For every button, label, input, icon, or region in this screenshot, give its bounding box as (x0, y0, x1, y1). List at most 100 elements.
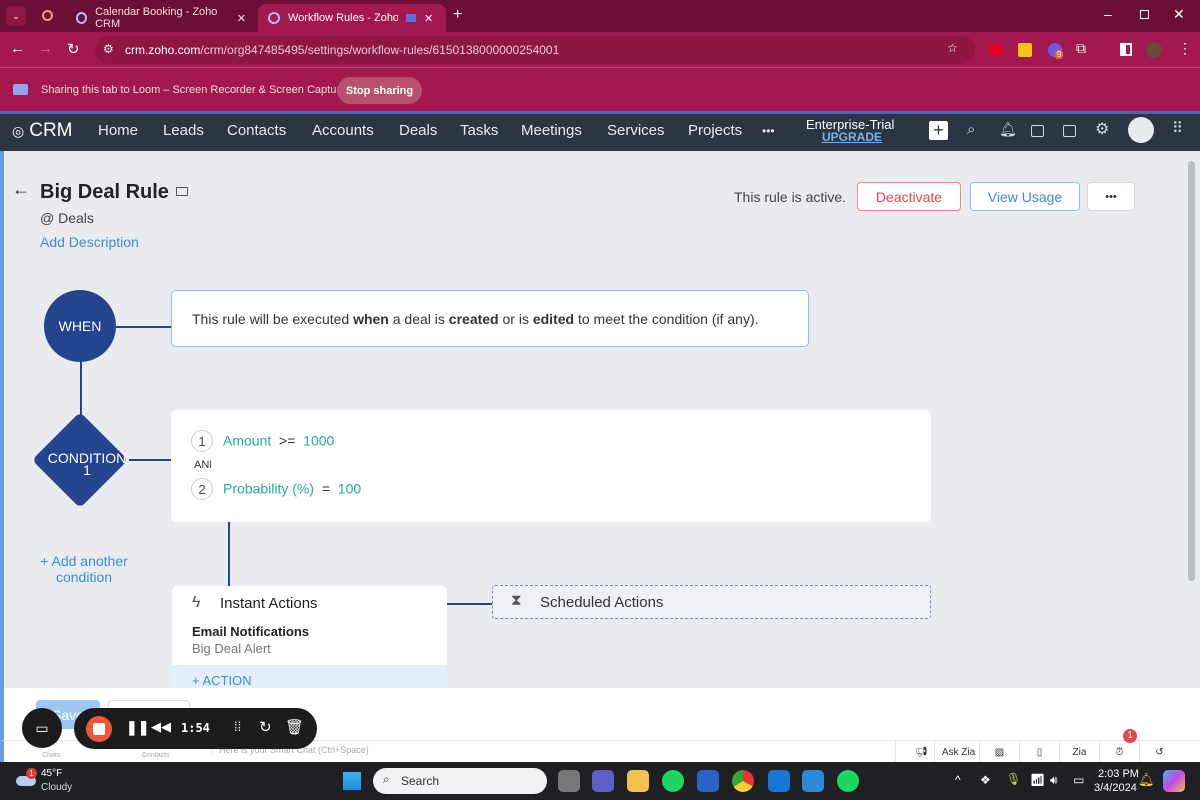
tab-search-button[interactable]: ⌄ (6, 6, 26, 26)
clock-time[interactable]: 2:03 PM (1098, 768, 1139, 780)
view-usage-button[interactable]: View Usage (970, 182, 1080, 211)
side-panel-icon[interactable] (1120, 43, 1132, 56)
ask-zia-button[interactable]: Ask Zia (934, 741, 982, 763)
pause-icon[interactable]: ❚❚ (126, 719, 149, 736)
stop-recording-button[interactable] (86, 716, 112, 742)
wifi-icon[interactable]: 📶︎ (1030, 773, 1045, 787)
word-icon[interactable] (697, 770, 719, 792)
nav-contacts[interactable]: Contacts (227, 122, 286, 139)
create-plus-button[interactable]: + (929, 121, 948, 140)
deactivate-button[interactable]: Deactivate (857, 182, 961, 211)
action-name[interactable]: Big Deal Alert (192, 641, 271, 656)
drawing-tools-icon[interactable]: ⁞⁞ (234, 719, 241, 734)
crm-logo[interactable]: ◎ CRM (12, 120, 73, 142)
browser-menu-icon[interactable]: ⋮ (1178, 40, 1192, 57)
minimize-icon[interactable]: – (1104, 6, 1112, 22)
spotify-icon[interactable] (837, 770, 859, 792)
nav-deals[interactable]: Deals (399, 122, 437, 139)
chrome-icon[interactable] (732, 770, 754, 792)
nav-accounts[interactable]: Accounts (312, 122, 374, 139)
chats-button[interactable]: Chats (42, 752, 60, 759)
notes-extension-icon[interactable] (1018, 43, 1032, 57)
nav-services[interactable]: Services (607, 122, 665, 139)
zia-icon[interactable]: Zia (1059, 741, 1099, 763)
profile-avatar[interactable] (1146, 42, 1162, 58)
extensions-icon[interactable]: ⧉ (1076, 40, 1086, 57)
volume-icon[interactable]: 🔊︎ (1050, 773, 1058, 788)
contacts-button[interactable]: Contacts (142, 752, 170, 759)
reminder-alarm-icon[interactable]: ⏰︎ (1099, 741, 1139, 763)
reload-icon[interactable]: ↻ (67, 40, 80, 58)
scheduled-actions-box[interactable]: ⧗ Scheduled Actions (492, 585, 931, 619)
notification-bell-icon[interactable]: 🔔︎ (1138, 772, 1155, 788)
battery-icon[interactable]: ▭ (1073, 773, 1084, 787)
insights-icon[interactable]: ▨ (979, 741, 1019, 763)
back-arrow-icon[interactable]: ← (12, 179, 30, 200)
forward-icon[interactable]: → (38, 40, 53, 57)
tab-calendar-booking[interactable]: Calendar Booking - Zoho CRM ✕ (66, 4, 256, 32)
copilot-icon[interactable] (1163, 770, 1185, 792)
close-window-icon[interactable]: ✕ (1173, 6, 1185, 23)
app-grid-icon[interactable]: ⠿ (1172, 119, 1183, 137)
notification-bell-icon[interactable]: 🔔︎ (999, 121, 1017, 138)
rule-module: @ Deals (40, 210, 94, 226)
nav-tasks[interactable]: Tasks (460, 122, 498, 139)
zoho-crm-logo-icon: ◎ (12, 122, 25, 139)
nav-meetings[interactable]: Meetings (521, 122, 582, 139)
recording-tab-icon[interactable] (42, 10, 53, 21)
clock-date[interactable]: 3/4/2024 (1094, 782, 1137, 794)
windows-start-icon[interactable] (343, 772, 361, 790)
instant-actions-card[interactable]: ϟ Instant Actions Email Notifications Bi… (172, 586, 447, 688)
back-icon[interactable]: ← (10, 40, 25, 57)
nav-home[interactable]: Home (98, 122, 138, 139)
recording-timer: 1:54 (181, 721, 210, 735)
loom-camera-button[interactable]: ▭ (22, 708, 62, 748)
outlook-icon[interactable] (768, 770, 790, 792)
more-options-button[interactable]: ••• (1087, 182, 1135, 211)
flow-connector (129, 459, 173, 461)
settings-gear-icon[interactable]: ⚙ (1095, 119, 1109, 139)
teams-icon[interactable] (592, 770, 614, 792)
spotify-icon[interactable] (662, 770, 684, 792)
add-description-link[interactable]: Add Description (40, 234, 139, 250)
nav-leads[interactable]: Leads (163, 122, 204, 139)
task-view-icon[interactable] (558, 770, 580, 792)
module-name: Deals (58, 210, 94, 226)
app-icon[interactable] (802, 770, 824, 792)
add-another-condition-link[interactable]: + Add another condition (36, 553, 132, 585)
rewind-icon[interactable]: ◀◀ (151, 719, 171, 735)
page-scrollbar[interactable] (1188, 161, 1195, 581)
weather-widget[interactable]: 1 45°F Cloudy (14, 768, 94, 796)
search-icon[interactable]: ⌕ (967, 121, 975, 138)
pinterest-extension-icon[interactable] (989, 43, 1003, 57)
taskbar-search[interactable]: ⌕ Search (373, 768, 547, 794)
address-bar[interactable]: ⚙ crm.zoho.com/crm/org847485495/settings… (95, 36, 975, 64)
when-card[interactable]: This rule will be executed when a deal i… (171, 290, 809, 347)
dropbox-icon[interactable]: ❖ (980, 773, 991, 787)
add-action-button[interactable]: + ACTION (172, 665, 447, 688)
recent-history-icon[interactable]: ↺ (1139, 741, 1179, 763)
marketplace-icon[interactable] (1063, 125, 1076, 137)
delete-recording-icon[interactable]: 🗑︎ (285, 718, 304, 736)
condition-card[interactable]: 1Amount >= 1000 AND 2Probability (%) = 1… (171, 410, 931, 522)
nav-more-button[interactable]: ••• (762, 124, 775, 138)
restore-icon[interactable] (1140, 10, 1149, 19)
bookmark-star-icon[interactable]: ☆ (947, 41, 958, 55)
notes-icon[interactable]: ▯ (1019, 741, 1059, 763)
microphone-icon[interactable]: 🎙︎ (1006, 772, 1021, 786)
user-avatar[interactable] (1128, 117, 1154, 143)
file-explorer-icon[interactable] (627, 770, 649, 792)
tray-chevron-icon[interactable]: ^ (955, 773, 961, 787)
site-info-icon[interactable]: ⚙ (103, 42, 114, 56)
calendar-icon[interactable] (1031, 125, 1044, 137)
upgrade-link[interactable]: UPGRADE (822, 130, 882, 144)
tab-workflow-rules[interactable]: Workflow Rules - Zoho CRM ✕ (258, 4, 446, 32)
unlock-edit-icon[interactable] (176, 187, 188, 196)
close-tab-icon[interactable]: ✕ (237, 12, 246, 25)
new-tab-button[interactable]: + (453, 6, 462, 24)
restart-icon[interactable]: ↻ (259, 718, 272, 736)
close-tab-icon[interactable]: ✕ (424, 12, 433, 25)
loom-extension-icon[interactable]: 9 (1048, 43, 1064, 59)
stop-sharing-button[interactable]: Stop sharing (337, 77, 422, 104)
nav-projects[interactable]: Projects (688, 122, 742, 139)
